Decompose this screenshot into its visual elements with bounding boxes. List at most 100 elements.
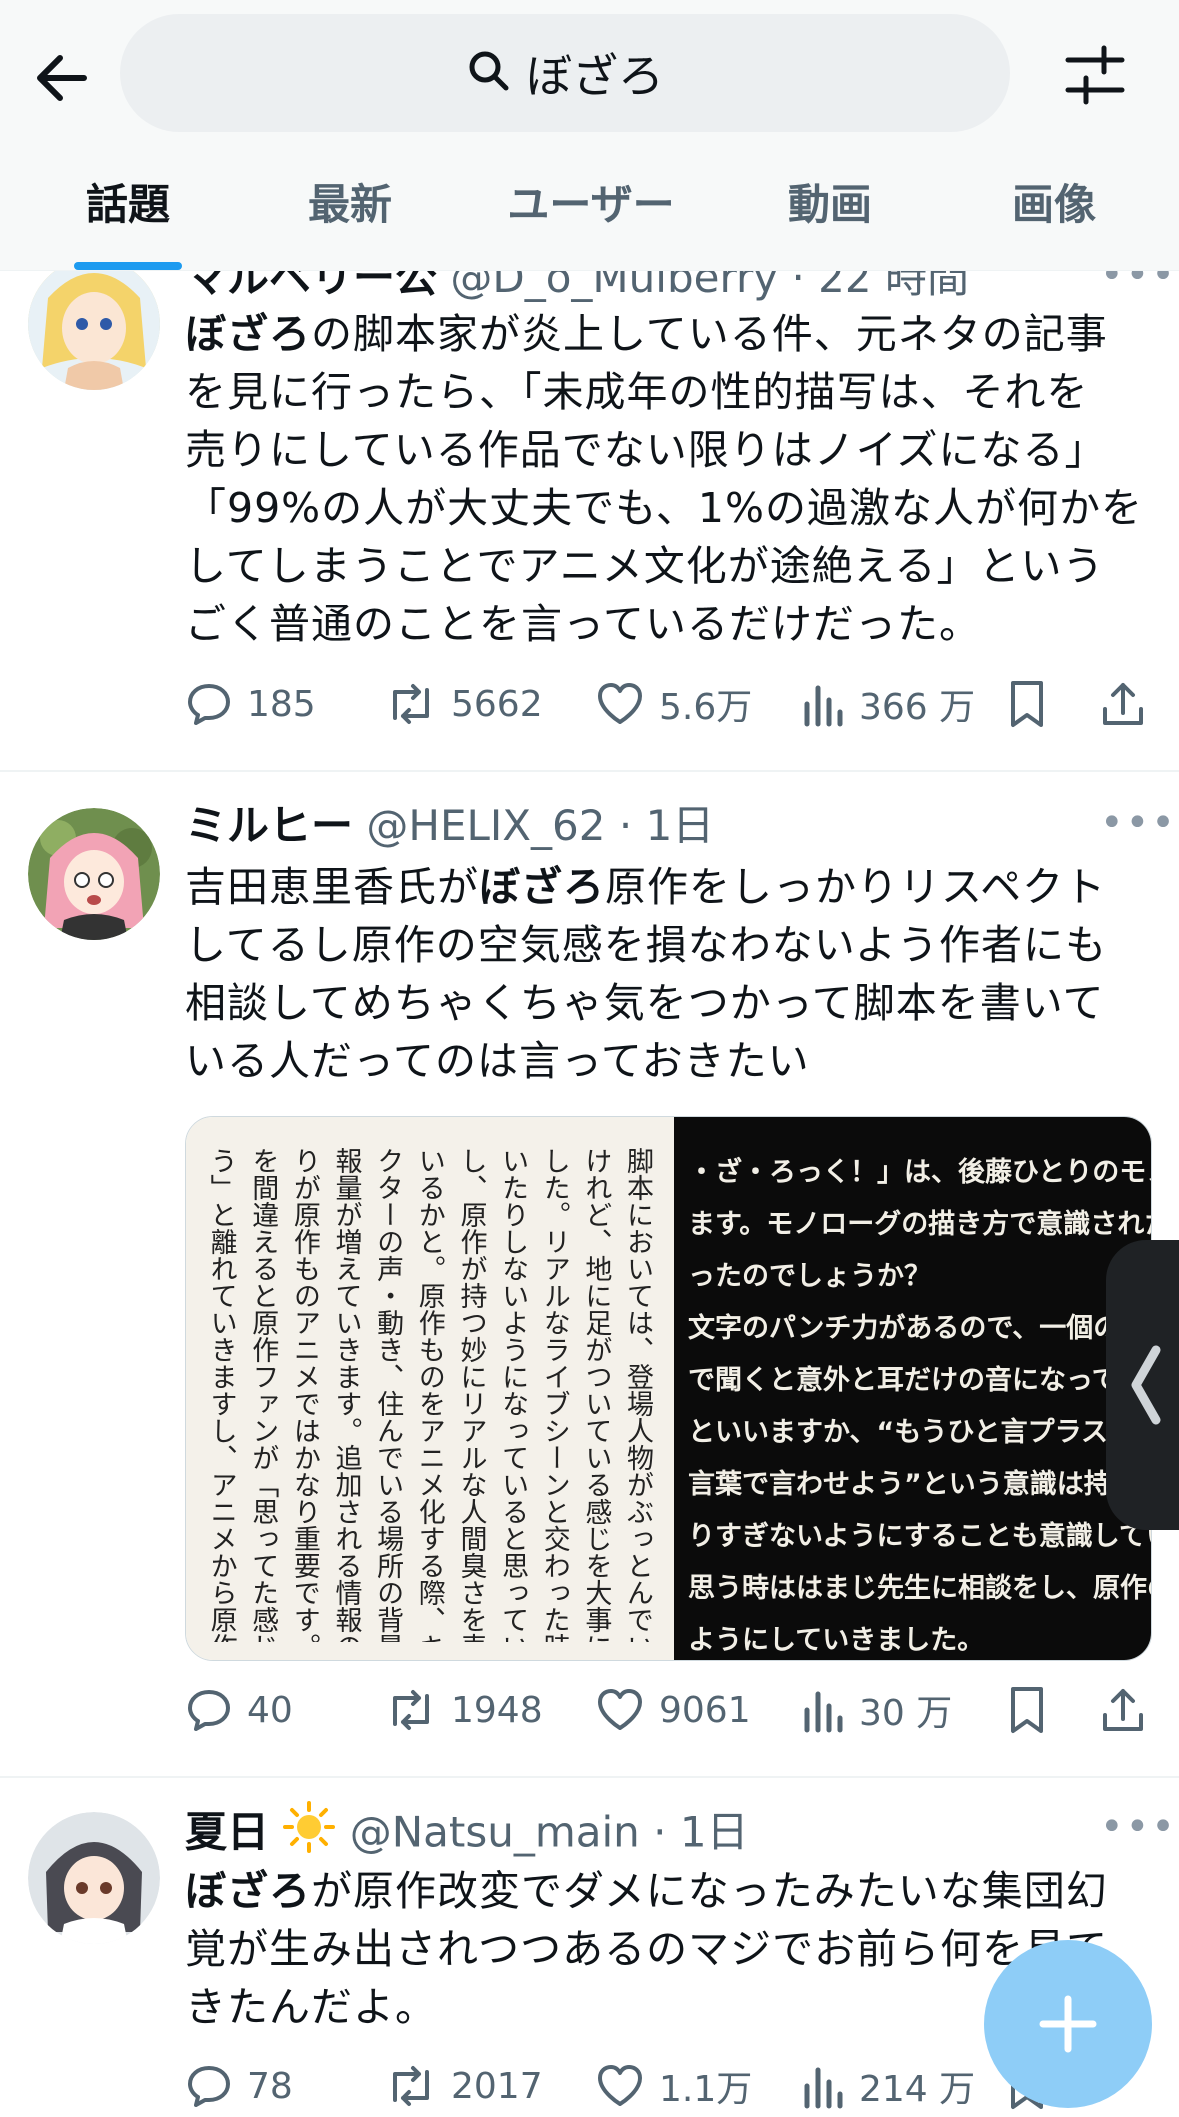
views-button[interactable]: 30 万 [801, 1680, 952, 1740]
view-count: 30 万 [859, 1693, 953, 1734]
search-icon [466, 48, 512, 98]
text-line: 相談してめちゃくちゃ気をつかって脚本を書いて [185, 979, 1105, 1027]
avatar[interactable] [28, 258, 160, 390]
highlight-keyword: ぼざろ [185, 310, 311, 358]
tweet-actions: 185 5662 5.6万 366 万 [185, 674, 1155, 734]
retweet-icon [393, 2066, 429, 2106]
like-count: 1.1万 [659, 2069, 753, 2110]
analytics-icon [804, 685, 843, 727]
retweet-button[interactable]: 5662 [385, 674, 543, 734]
bookmark-button[interactable] [1005, 674, 1049, 734]
tab-top[interactable]: 話題 [40, 160, 216, 270]
share-button[interactable] [1099, 1680, 1147, 1740]
like-count: 5.6万 [659, 687, 753, 728]
user-handle[interactable]: @HELIX_62 [366, 801, 605, 850]
image-text-line: 言葉で言わせよう”という意識は持っ [688, 1469, 1138, 1500]
share-icon [1103, 683, 1143, 725]
image-text-column: を間違えると原作ファンが「思ってた感じと違 [247, 1147, 279, 1642]
reply-button[interactable]: 78 [185, 2056, 293, 2116]
image-text-column: し、原作が持つ妙にリアルな人間臭さを表せて [455, 1147, 487, 1642]
reply-count: 40 [247, 1689, 293, 1731]
sun-icon [282, 1800, 336, 1870]
view-count: 366 万 [859, 687, 976, 728]
text-line: いる人だってのは言っておきたい [185, 1037, 810, 1085]
compose-tweet-button[interactable] [984, 1940, 1152, 2108]
bookmark-icon [1011, 1687, 1043, 1733]
text-line: ごく普通のことを言っているだけだった。 [185, 600, 981, 648]
more-options-icon[interactable]: ••• [1100, 800, 1177, 846]
retweet-count: 1948 [451, 1689, 543, 1731]
search-query: ぼざろ [526, 49, 664, 103]
plus-icon [1039, 1995, 1097, 2053]
image-text-column: した。リアルなライブシーンと交わった時に浮 [538, 1147, 570, 1642]
image-text-column: りが原作ものアニメではかなり重要です。ここ [288, 1147, 320, 1642]
search-input[interactable]: ぼざろ [120, 14, 1010, 132]
like-count: 9061 [659, 1689, 751, 1731]
display-name[interactable]: 夏日 [185, 1808, 269, 1857]
image-text-line: 文字のパンチ力があるので、一個の単語だ [688, 1313, 1151, 1344]
reply-button[interactable]: 40 [185, 1680, 293, 1740]
side-drawer-handle[interactable] [1106, 1240, 1179, 1530]
views-button[interactable]: 214 万 [801, 2056, 975, 2116]
back-arrow-icon[interactable] [28, 42, 100, 114]
tab-latest[interactable]: 最新 [262, 160, 438, 270]
image-text-column: いるかと。原作ものをアニメ化する際、キャラ [413, 1147, 445, 1642]
image-text-column: 脚本においては、登場人物がぶっとんでいる [622, 1147, 653, 1642]
image-text-line: ます。モノローグの描き方で意識されたの [688, 1209, 1151, 1240]
highlight-keyword: ぼざろ [185, 1867, 311, 1915]
tweet-header: 夏日 @Natsu_main · 1日 [185, 1800, 749, 1860]
divider [0, 1776, 1179, 1778]
avatar[interactable] [28, 1812, 160, 1944]
retweet-count: 2017 [451, 2065, 543, 2107]
user-handle[interactable]: @Natsu_main [350, 1808, 640, 1857]
timestamp[interactable]: 1日 [680, 1808, 749, 1857]
display-name[interactable]: ミルヒー [185, 801, 353, 850]
retweet-count: 5662 [451, 683, 543, 725]
image-text-line: りすぎないようにすることも意識していて [688, 1521, 1151, 1552]
share-button[interactable] [1099, 674, 1147, 734]
retweet-button[interactable]: 2017 [385, 2056, 543, 2116]
book-page-photo: 脚本においては、登場人物がぶっとんでいる けれど、地に足がついている感じを大事に… [186, 1117, 674, 1660]
analytics-icon [804, 1691, 843, 1733]
bookmark-button[interactable] [1005, 1680, 1049, 1740]
image-text-line: ・ざ・ろっく！」は、後藤ひとりのモノロー [688, 1157, 1151, 1188]
image-text-column: 報量が増えていきます。追加される情報の舵取 [330, 1147, 362, 1642]
heart-icon [598, 683, 642, 724]
text-line: を見に行ったら、「未成年の性的描写は、それを [185, 368, 1089, 416]
image-text-line: 思う時ははまじ先生に相談をし、原作のモノ [688, 1573, 1151, 1604]
tweet-text: 吉田恵里香氏がぼざろ原作をしっかりリスペクト してるし原作の空気感を損なわないよ… [185, 858, 1155, 1090]
image-text-column: クターの声・動き、住んでいる場所の背景など情 [372, 1147, 404, 1642]
image-text-line: で聞くと意外と耳だけの音になってしま [688, 1365, 1151, 1396]
retweet-button[interactable]: 1948 [385, 1680, 543, 1740]
more-options-icon[interactable]: ••• [1100, 1804, 1177, 1850]
tab-images[interactable]: 画像 [966, 160, 1142, 270]
reply-button[interactable]: 185 [185, 674, 316, 734]
text-line: 「99%の人が大丈夫でも、1%の過激な人が何かを [185, 484, 1143, 532]
views-button[interactable]: 366 万 [801, 674, 975, 734]
image-text-line: ったのでしょうか？ [688, 1261, 931, 1292]
like-button[interactable]: 5.6万 [595, 674, 752, 734]
search-tabs: 話題 最新 ユーザー 動画 画像 [0, 160, 1179, 270]
filter-settings-icon[interactable] [1060, 40, 1130, 110]
view-count: 214 万 [859, 2069, 976, 2110]
image-text-column: いたりしないようになっていると思っています [497, 1147, 529, 1642]
avatar[interactable] [28, 808, 160, 940]
image-text-column: う」と離れていきますし、アニメから原作を読ん [205, 1147, 237, 1642]
heart-icon [598, 1689, 642, 1730]
reply-icon [188, 1690, 230, 1731]
tab-users[interactable]: ユーザー [478, 160, 704, 270]
analytics-icon [804, 2067, 843, 2109]
tweet-image[interactable]: 脚本においては、登場人物がぶっとんでいる けれど、地に足がついている感じを大事に… [185, 1116, 1152, 1661]
share-icon [1103, 1689, 1143, 1731]
tweet-actions: 40 1948 9061 30 万 [185, 1680, 1155, 1740]
like-button[interactable]: 1.1万 [595, 2056, 752, 2116]
like-button[interactable]: 9061 [595, 1680, 751, 1740]
active-tab-indicator [74, 262, 182, 270]
text-line: 売りにしている作品でない限りはノイズになる」 [185, 426, 1107, 474]
text-line: してしまうことでアニメ文化が途絶える」という [185, 542, 1105, 590]
image-text-column: けれど、地に足がついている感じを大事にしま [580, 1147, 612, 1642]
timestamp[interactable]: 1日 [646, 801, 715, 850]
highlight-keyword: ぼざろ [479, 863, 605, 911]
tab-videos[interactable]: 動画 [742, 160, 918, 270]
text-line: の脚本家が炎上している件、元ネタの記事 [311, 310, 1108, 358]
